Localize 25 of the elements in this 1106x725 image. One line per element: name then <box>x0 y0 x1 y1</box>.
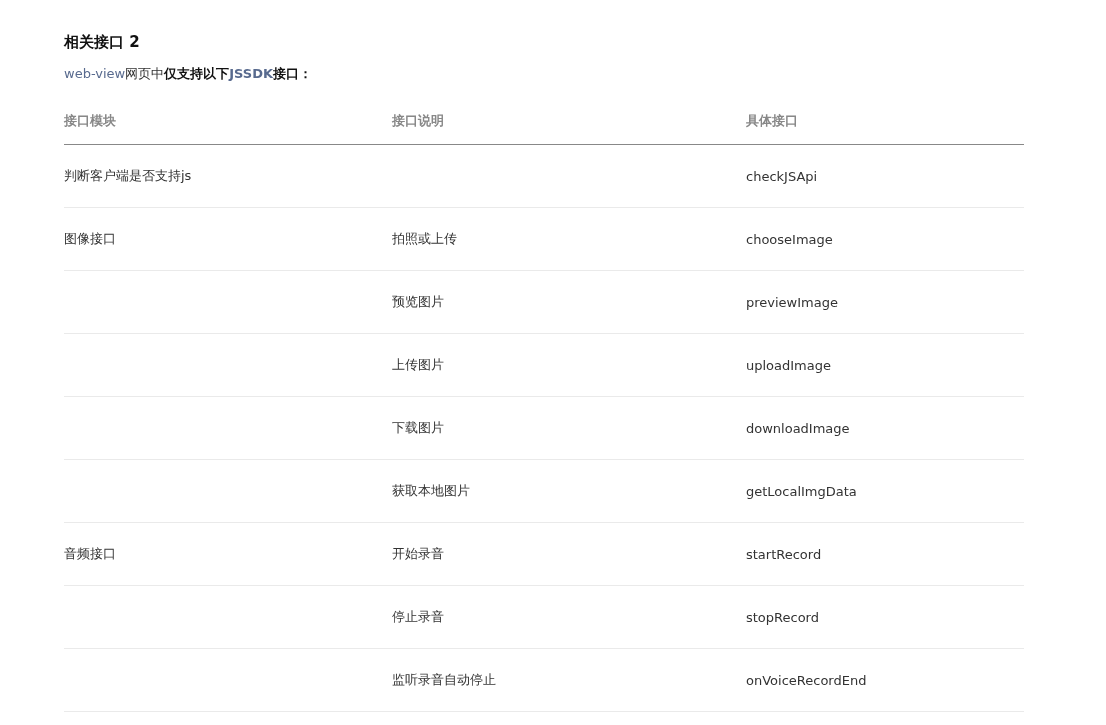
table-cell: checkJSApi <box>746 168 818 184</box>
table-cell: onVoiceRecordEnd <box>746 672 867 688</box>
table-cell: 下载图片 <box>392 420 444 435</box>
section-heading: 相关接口 2 <box>64 32 140 53</box>
column-header: 具体接口 <box>746 98 1024 145</box>
table-cell: getLocalImgData <box>746 483 857 499</box>
table-cell: 预览图片 <box>392 294 444 309</box>
table-cell: 上传图片 <box>392 357 444 372</box>
column-header: 接口模块 <box>64 98 392 145</box>
table-cell: 判断客户端是否支持js <box>64 168 192 183</box>
column-header: 接口说明 <box>392 98 746 145</box>
table-cell: 停止录音 <box>392 609 444 624</box>
table-cell: startRecord <box>746 546 822 562</box>
table-cell: 监听录音自动停止 <box>392 672 496 687</box>
table-cell: chooseImage <box>746 231 833 247</box>
table-cell: previewImage <box>746 294 838 310</box>
table-cell: uploadImage <box>746 357 831 373</box>
table-cell: 拍照或上传 <box>392 231 457 246</box>
table-cell: 音频接口 <box>64 546 116 561</box>
table-cell: 获取本地图片 <box>392 483 470 498</box>
intro-text: web-view网页中仅支持以下JSSDK接口： <box>64 65 312 83</box>
table-cell: 图像接口 <box>64 231 116 246</box>
table-cell: downloadImage <box>746 420 850 436</box>
table-cell: 开始录音 <box>392 546 444 561</box>
table-cell: stopRecord <box>746 609 819 625</box>
